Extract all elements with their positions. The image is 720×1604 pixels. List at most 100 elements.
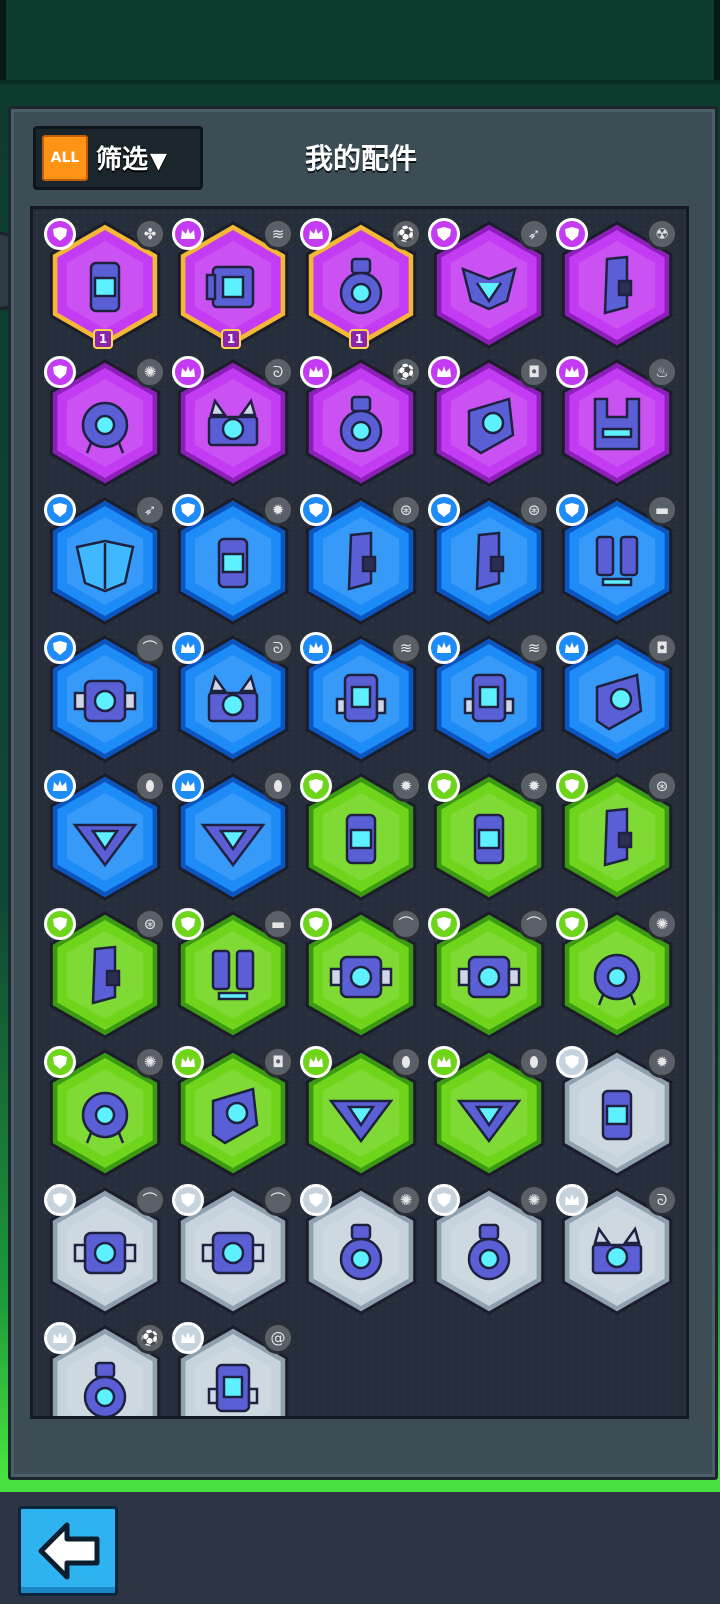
part-card[interactable]: ◘: [553, 629, 681, 765]
ball-resource-icon: ⚽: [390, 356, 422, 388]
part-card[interactable]: ✹: [297, 767, 425, 903]
capsule-core-icon: [345, 813, 377, 865]
part-card[interactable]: ⌒: [41, 1181, 169, 1317]
part-card[interactable]: ≋ 1: [169, 215, 297, 351]
spring-resource-icon: ≋: [390, 632, 422, 664]
shield-rank-icon: [428, 770, 460, 802]
wheel-resource-icon: ⊛: [134, 908, 166, 940]
part-card[interactable]: ✺: [425, 1181, 553, 1317]
crown-rank-icon: [172, 1046, 204, 1078]
part-card[interactable]: ⬮: [297, 1043, 425, 1179]
part-card[interactable]: ⬮: [169, 767, 297, 903]
part-card[interactable]: ⌒: [297, 905, 425, 1041]
part-card[interactable]: ⚽: [297, 353, 425, 489]
part-card[interactable]: ➶: [425, 215, 553, 351]
sun-resource-icon: ✺: [134, 1046, 166, 1078]
part-card[interactable]: ✺: [41, 353, 169, 489]
part-card[interactable]: ⚽ 1: [297, 215, 425, 351]
arm-plate-icon: [603, 807, 633, 867]
part-card[interactable]: ≋: [425, 629, 553, 765]
part-card[interactable]: ✺: [553, 905, 681, 1041]
shield-rank-icon: [300, 1184, 332, 1216]
part-card[interactable]: ⊛: [41, 905, 169, 1041]
part-card[interactable]: ✹: [425, 767, 553, 903]
part-card[interactable]: ✹: [553, 1043, 681, 1179]
part-card[interactable]: ▬: [169, 905, 297, 1041]
part-card[interactable]: ➶: [41, 491, 169, 627]
part-card[interactable]: @: [169, 1319, 297, 1416]
spring-resource-icon: ≋: [262, 218, 294, 250]
shield-rank-icon: [428, 1184, 460, 1216]
coil-resource-icon: ᘐ: [262, 356, 294, 388]
page-title: 我的配件: [304, 142, 417, 175]
crown-rank-icon: [172, 1322, 204, 1354]
part-card[interactable]: ⌒: [425, 905, 553, 1041]
shield-rank-icon: [44, 632, 76, 664]
part-card[interactable]: ⊛: [425, 491, 553, 627]
camera-resource-icon: ◘: [518, 356, 550, 388]
part-card[interactable]: ≋: [297, 629, 425, 765]
shield-rank-icon: [556, 218, 588, 250]
part-card[interactable]: ⊛: [553, 767, 681, 903]
shield-rank-icon: [556, 908, 588, 940]
wheel-resource-icon: ⊛: [518, 494, 550, 526]
bullet-resource-icon: ⬮: [134, 770, 166, 802]
dropdown-triangle-icon: ▼: [150, 149, 167, 174]
back-button[interactable]: [18, 1506, 118, 1596]
part-card[interactable]: ⚽: [41, 1319, 169, 1416]
part-card[interactable]: ⬮: [425, 1043, 553, 1179]
level-badge: 1: [349, 329, 369, 349]
box-eye-icon: [73, 679, 137, 723]
spring-resource-icon: ≋: [518, 632, 550, 664]
filter-label: 筛选▼: [96, 139, 167, 176]
part-card[interactable]: ✺: [297, 1181, 425, 1317]
capsule-core-icon: [217, 537, 249, 589]
part-card[interactable]: ☢: [553, 215, 681, 351]
crown-rank-icon: [172, 770, 204, 802]
crown-rank-icon: [300, 632, 332, 664]
part-card[interactable]: ᘐ: [169, 353, 297, 489]
all-filter-badge[interactable]: ALL: [42, 135, 88, 181]
part-card[interactable]: ♨: [553, 353, 681, 489]
part-card[interactable]: ⌒: [169, 1181, 297, 1317]
part-card[interactable]: ▬: [553, 491, 681, 627]
part-card[interactable]: ✺: [41, 1043, 169, 1179]
wheel-resource-icon: ⊛: [646, 770, 678, 802]
window-block-icon: [207, 1363, 259, 1413]
shield-rank-icon: [556, 1046, 588, 1078]
camera-resource-icon: ◘: [262, 1046, 294, 1078]
dome-resource-icon: ⌒: [390, 908, 422, 940]
snail-resource-icon: @: [262, 1322, 294, 1354]
crown-rank-icon: [300, 356, 332, 388]
shield-rank-icon: [428, 908, 460, 940]
box-eye-icon: [457, 955, 521, 999]
part-card[interactable]: ᘐ: [553, 1181, 681, 1317]
part-card[interactable]: ⊛: [297, 491, 425, 627]
level-badge: 1: [93, 329, 113, 349]
box-eye-icon: [201, 1231, 265, 1275]
shield-rank-icon: [44, 908, 76, 940]
wing-shield-icon: [75, 539, 135, 593]
filter-dropdown[interactable]: ALL 筛选▼: [33, 126, 203, 190]
window-block-icon: [463, 673, 515, 723]
gear-resource-icon: ✹: [390, 770, 422, 802]
parts-panel: ALL 筛选▼ 我的配件 ✤ 1 ≋ 1 ⚽ 1 ➶ ☢ ✺ ᘐ ⚽ ◘ ♨ ➶ ✹ ⊛ ⊛ ▬ ⌒ ᘐ ≋ ≋ ◘ ⬮ ⬮ ✹ ✹…: [8, 106, 718, 1480]
arm-plate-icon: [91, 945, 121, 1005]
part-card[interactable]: ᘐ: [169, 629, 297, 765]
shield-rank-icon: [428, 218, 460, 250]
part-card[interactable]: ⌒: [41, 629, 169, 765]
bullet-resource-icon: ⬮: [390, 1046, 422, 1078]
brick-resource-icon: ▬: [262, 908, 294, 940]
box-eye-icon: [329, 955, 393, 999]
sun-resource-icon: ✺: [518, 1184, 550, 1216]
part-card[interactable]: ⬮: [41, 767, 169, 903]
window-block-icon: [335, 673, 387, 723]
arm-plate-icon: [603, 255, 633, 315]
banner-edge-left: [0, 0, 6, 80]
crown-rank-icon: [172, 218, 204, 250]
crown-rank-icon: [428, 356, 460, 388]
part-card[interactable]: ✹: [169, 491, 297, 627]
part-card[interactable]: ◘: [425, 353, 553, 489]
part-card[interactable]: ✤ 1: [41, 215, 169, 351]
part-card[interactable]: ◘: [169, 1043, 297, 1179]
